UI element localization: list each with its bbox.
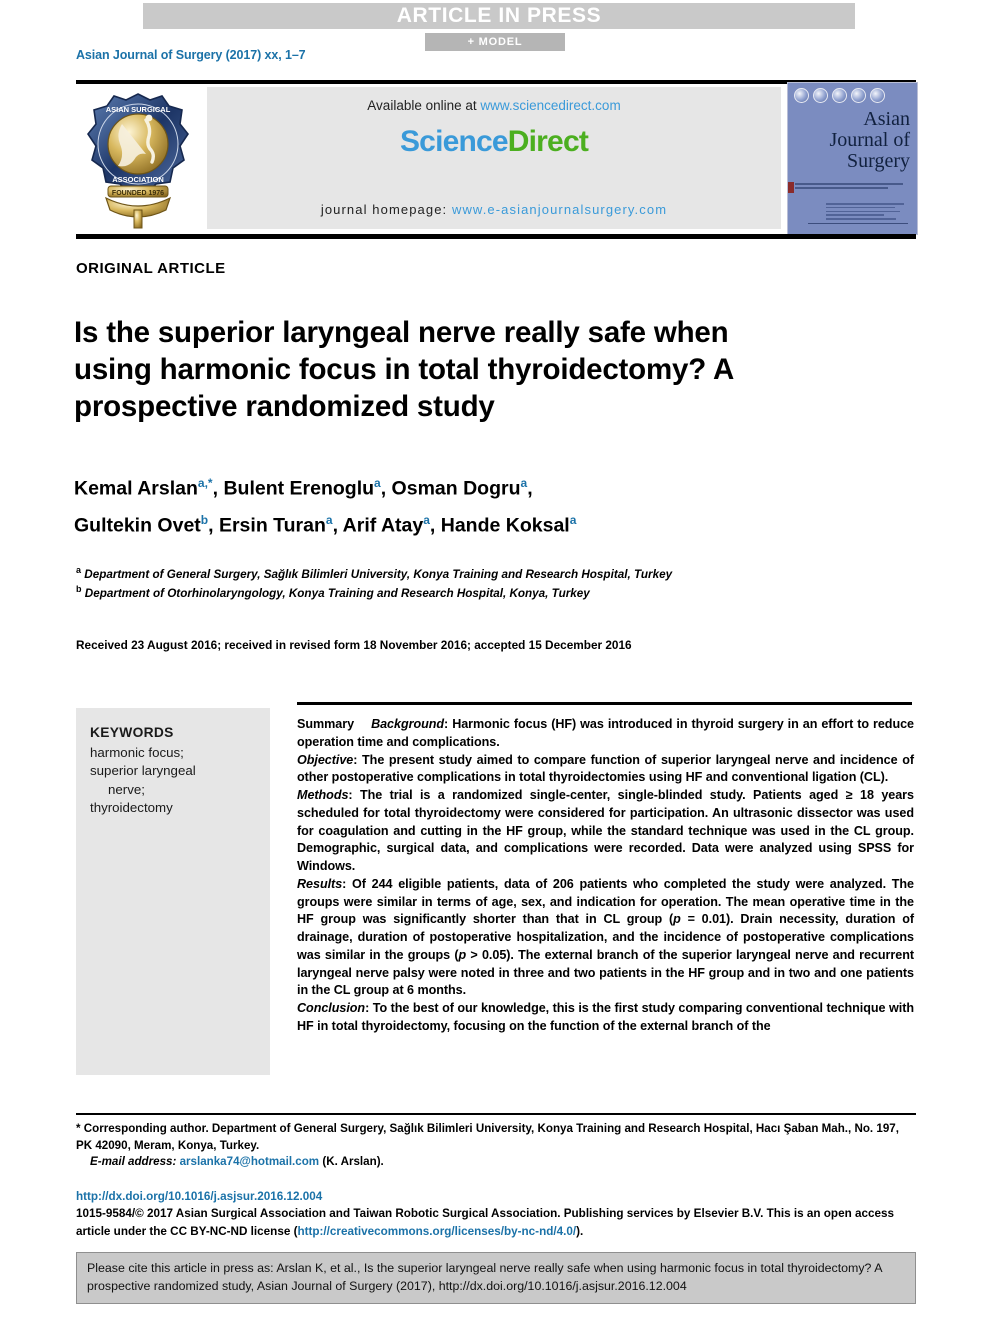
footnote-rule: [76, 1113, 916, 1115]
author-affiliation-marker[interactable]: a: [374, 476, 381, 490]
doi-link[interactable]: http://dx.doi.org/10.1016/j.asjsur.2016.…: [76, 1190, 322, 1203]
available-online-prefix: Available online at: [367, 98, 481, 113]
sciencedirect-logo: ScienceDirect: [207, 125, 781, 159]
abstract-methods: Methods: The trial is a randomized singl…: [297, 787, 914, 876]
masthead-bottom-rule: [76, 234, 916, 239]
citation-text: Please cite this article in press as: Ar…: [87, 1261, 882, 1293]
affiliation-a: a Department of General Surgery, Sağlık …: [76, 563, 866, 582]
author-name: Gultekin Ovet: [74, 514, 201, 536]
page-title: Is the superior laryngeal nerve really s…: [74, 315, 733, 423]
corresponding-author-note: * Corresponding author. Department of Ge…: [76, 1121, 916, 1171]
cover-seal-icon: [813, 88, 828, 103]
cover-title-line-2: Journal of: [829, 129, 910, 151]
results-label: Results: [297, 876, 343, 891]
journal-homepage-link[interactable]: www.e-asianjournalsurgery.com: [452, 202, 667, 217]
keyword-item: thyroidectomy: [90, 800, 173, 815]
author-affiliation-marker[interactable]: a: [570, 513, 577, 527]
journal-cover-thumbnail: Asian Journal of Surgery: [787, 82, 918, 235]
background-label: Background: [371, 717, 445, 731]
affiliation-a-text: Department of General Surgery, Sağlık Bi…: [81, 567, 673, 581]
abstract: Summary Background: Harmonic focus (HF) w…: [297, 716, 914, 1036]
received-dates: Received 23 August 2016; received in rev…: [76, 638, 632, 652]
affiliation-b: b Department of Otorhinolaryngology, Kon…: [76, 582, 866, 601]
cover-seal-icon: [851, 88, 866, 103]
cover-seal-icon: [832, 88, 847, 103]
conclusion-text: : To the best of our knowledge, this is …: [297, 1001, 914, 1033]
cover-seal-icon: [794, 88, 809, 103]
asian-surgical-association-logo-icon: ASIAN SURGICAL ASSOCIATION FOUNDED 1976: [76, 86, 201, 232]
email-link[interactable]: arslanka74@hotmail.com: [180, 1155, 320, 1168]
cover-footer-rule: [808, 223, 908, 224]
article-in-press-banner: ARTICLE IN PRESS: [143, 3, 855, 29]
svg-text:ASSOCIATION: ASSOCIATION: [112, 175, 164, 184]
results-p-value-symbol: p: [673, 912, 681, 927]
methods-text: : The trial is a randomized single-cente…: [297, 788, 914, 873]
author-affiliation-marker[interactable]: a: [326, 513, 333, 527]
journal-homepage-line: journal homepage: www.e-asianjournalsurg…: [207, 202, 781, 217]
email-owner: (K. Arslan).: [322, 1155, 384, 1168]
masthead: ASIAN SURGICAL ASSOCIATION FOUNDED 1976 …: [76, 82, 918, 235]
keyword-item: superior laryngeal: [90, 763, 196, 778]
email-address-label: E-mail address:: [90, 1155, 177, 1168]
keyword-item: harmonic focus;: [90, 744, 184, 760]
abstract-conclusion: Conclusion: To the best of our knowledge…: [297, 1000, 914, 1036]
cover-seal-icon: [870, 88, 885, 103]
keywords-content: KEYWORDS harmonic focus; superior laryng…: [90, 724, 260, 818]
sciencedirect-url-link[interactable]: www.sciencedirect.com: [480, 98, 620, 113]
model-badge: + MODEL: [425, 33, 565, 51]
citation-box: Please cite this article in press as: Ar…: [76, 1252, 916, 1304]
abstract-top-rule: [297, 702, 912, 705]
author-separator: , Ersin Turan: [208, 514, 326, 536]
copyright-line: 1015-9584/© 2017 Asian Surgical Associat…: [76, 1205, 918, 1240]
available-online-line: Available online at www.sciencedirect.co…: [207, 98, 781, 113]
author-affiliation-marker[interactable]: a,*: [198, 476, 213, 490]
author-separator: , Hande Koksal: [429, 514, 570, 536]
cover-accent-bar: [788, 182, 794, 193]
affiliations: a Department of General Surgery, Sağlık …: [76, 563, 866, 602]
cover-footer-lines: [826, 203, 904, 222]
cover-title-line-3: Surgery: [847, 150, 910, 172]
methods-label: Methods: [297, 788, 349, 802]
svg-text:ASIAN SURGICAL: ASIAN SURGICAL: [106, 105, 171, 114]
affiliation-b-text: Department of Otorhinolaryngology, Konya…: [81, 587, 590, 601]
svg-text:FOUNDED 1976: FOUNDED 1976: [112, 190, 164, 197]
cover-society-seals: [794, 88, 885, 103]
author-separator: , Arif Atay: [332, 514, 424, 536]
author-separator: , Bulent Erenoglu: [212, 477, 375, 500]
copyright-text-2: ).: [576, 1224, 584, 1238]
author-name: Kemal Arslan: [74, 477, 198, 500]
keywords-panel: KEYWORDS harmonic focus; superior laryng…: [76, 708, 270, 1075]
keywords-list: harmonic focus; superior laryngeal nerve…: [90, 744, 260, 818]
objective-label: Objective: [297, 752, 354, 767]
abstract-objective: Objective: The present study aimed to co…: [297, 752, 914, 788]
summary-label: Summary: [297, 717, 355, 731]
author-separator: , Osman Dogru: [380, 477, 521, 500]
corresponding-author-text: * Corresponding author. Department of Ge…: [76, 1122, 899, 1152]
cover-title: Asian Journal of Surgery: [829, 109, 910, 172]
author-separator: ,: [527, 477, 533, 500]
sciencedirect-logo-direct: Direct: [507, 125, 589, 158]
sciencedirect-logo-science: Science: [399, 125, 509, 158]
journal-homepage-label: journal homepage:: [320, 202, 452, 217]
article-type-kicker: ORIGINAL ARTICLE: [76, 260, 226, 277]
keyword-item: nerve;: [108, 781, 145, 797]
author-affiliation-marker[interactable]: a: [423, 513, 430, 527]
author-list: Kemal Arslana,*, Bulent Erenoglua, Osman…: [74, 468, 914, 541]
abstract-results: Results: Of 244 eligible patients, data …: [297, 876, 914, 1000]
objective-text: : The present study aimed to compare fun…: [297, 752, 914, 785]
license-link[interactable]: http://creativecommons.org/licenses/by-n…: [297, 1225, 576, 1238]
sciencedirect-panel: Available online at www.sciencedirect.co…: [207, 87, 781, 229]
doi-line: http://dx.doi.org/10.1016/j.asjsur.2016.…: [76, 1188, 916, 1205]
keywords-heading: KEYWORDS: [90, 725, 174, 740]
cover-subtitle-lines: [795, 183, 907, 191]
cover-title-line-1: Asian: [863, 108, 910, 130]
journal-running-head: Asian Journal of Surgery (2017) xx, 1–7: [76, 48, 306, 62]
abstract-background: Summary Background: Harmonic focus (HF) w…: [297, 716, 914, 752]
conclusion-label: Conclusion: [297, 1001, 366, 1015]
